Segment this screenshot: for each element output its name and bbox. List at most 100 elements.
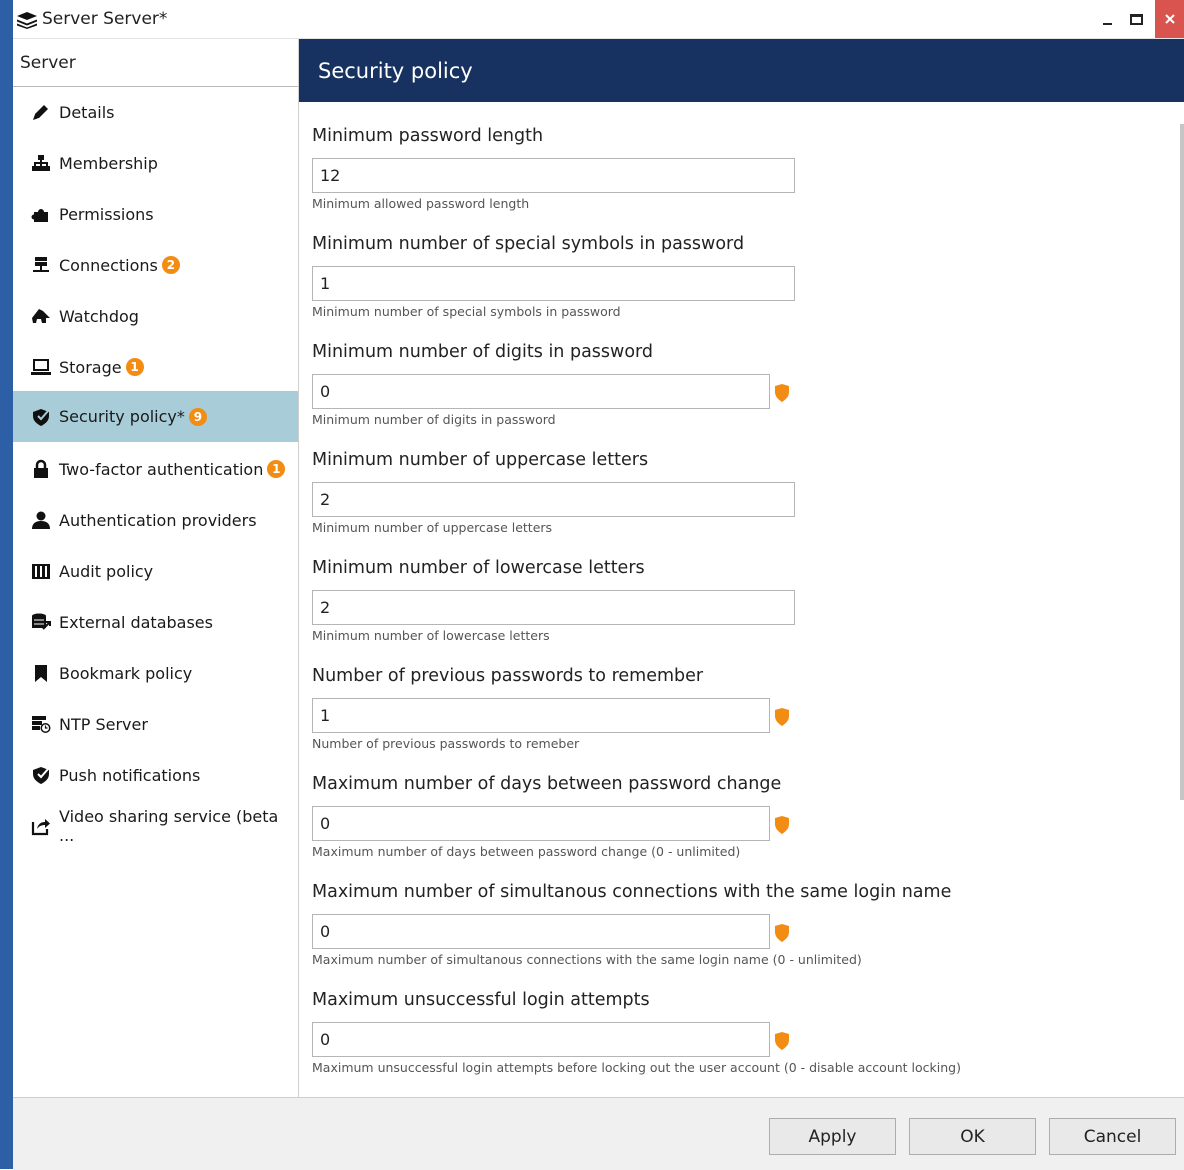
field-help: Minimum allowed password length — [312, 196, 530, 211]
sidebar-item-label: Push notifications — [59, 765, 201, 785]
field-label: Maximum number of simultanous connection… — [312, 882, 952, 902]
server-stack-icon — [17, 12, 37, 29]
field-label: Number of previous passwords to remember — [312, 666, 704, 686]
sidebar-item-label: Security policy* — [59, 407, 185, 426]
ok-button[interactable]: OK — [909, 1118, 1036, 1155]
max-connections-input[interactable]: 0 — [312, 914, 770, 949]
apply-button[interactable]: Apply — [769, 1118, 896, 1155]
background-strip — [0, 0, 13, 1169]
close-icon — [1164, 14, 1175, 24]
sidebar-item-label: Membership — [59, 153, 158, 173]
sidebar-item-label: Watchdog — [59, 306, 139, 326]
bookmark-icon — [31, 663, 51, 683]
sidebar-item-label: NTP Server — [59, 714, 148, 734]
minimize-icon — [1102, 23, 1112, 25]
field-min-uppercase: Minimum number of uppercase letters 2 Mi… — [312, 448, 1182, 535]
shield-icon — [775, 816, 789, 834]
minimize-button[interactable] — [1093, 0, 1121, 38]
sidebar-item-label: Bookmark policy — [59, 663, 193, 683]
field-min-special-symbols: Minimum number of special symbols in pas… — [312, 232, 1182, 319]
sidebar-item-details[interactable]: Details — [13, 89, 298, 135]
connections-badge: 2 — [161, 256, 180, 274]
sidebar-item-ntp-server[interactable]: NTP Server — [13, 701, 298, 747]
sidebar-item-label: Audit policy — [59, 561, 154, 581]
field-previous-passwords: Number of previous passwords to remember… — [312, 664, 1182, 751]
security-policy-form: Minimum password length 12 Minimum allow… — [299, 102, 1184, 1097]
field-label: Minimum password length — [312, 126, 544, 146]
field-label: Maximum number of days between password … — [312, 774, 782, 794]
sidebar-item-permissions[interactable]: Permissions — [13, 191, 298, 237]
field-label: Maximum unsuccessful login attempts — [312, 990, 650, 1010]
field-help: Minimum number of special symbols in pas… — [312, 304, 621, 319]
storage-badge: 1 — [125, 358, 144, 376]
min-lowercase-input[interactable]: 2 — [312, 590, 795, 625]
sidebar-item-membership[interactable]: Membership — [13, 140, 298, 186]
min-digits-input[interactable]: 0 — [312, 374, 770, 409]
scrollbar[interactable] — [1180, 124, 1184, 800]
field-min-lowercase: Minimum number of lowercase letters 2 Mi… — [312, 556, 1182, 643]
content-header: Security policy — [299, 39, 1184, 102]
dialog-footer: Apply OK Cancel — [13, 1097, 1184, 1170]
shield-icon — [775, 1032, 789, 1050]
close-button[interactable] — [1155, 0, 1184, 38]
field-label: Minimum number of uppercase letters — [312, 450, 649, 470]
share-icon — [31, 816, 51, 836]
sidebar-item-connections[interactable]: Connections 2 — [13, 242, 298, 288]
maximize-button[interactable] — [1122, 0, 1150, 38]
field-max-simultaneous-connections: Maximum number of simultanous connection… — [312, 880, 1182, 967]
sidebar-item-video-sharing[interactable]: Video sharing service (beta ... — [13, 803, 298, 849]
connections-icon — [31, 255, 51, 275]
storage-icon — [31, 357, 51, 377]
field-help: Minimum number of uppercase letters — [312, 520, 553, 535]
field-label: Minimum number of special symbols in pas… — [312, 234, 745, 254]
field-label: Minimum number of digits in password — [312, 342, 654, 362]
sidebar-item-two-factor[interactable]: Two-factor authentication 1 — [13, 446, 298, 492]
user-icon — [31, 510, 51, 530]
shield-icon — [775, 924, 789, 942]
field-max-login-attempts: Maximum unsuccessful login attempts 0 Ma… — [312, 988, 1182, 1075]
sidebar-item-watchdog[interactable]: Watchdog — [13, 293, 298, 339]
security-policy-icon — [31, 407, 51, 427]
field-max-days-password-change: Maximum number of days between password … — [312, 772, 1182, 859]
field-help: Number of previous passwords to remeber — [312, 736, 580, 751]
max-days-input[interactable]: 0 — [312, 806, 770, 841]
sidebar-item-authentication-providers[interactable]: Authentication providers — [13, 497, 298, 543]
sidebar-item-label: Details — [59, 102, 115, 122]
sidebar-item-label: Two-factor authentication — [59, 459, 264, 479]
sidebar-item-audit-policy[interactable]: Audit policy — [13, 548, 298, 594]
field-label: Minimum number of lowercase letters — [312, 558, 645, 578]
sidebar-item-bookmark-policy[interactable]: Bookmark policy — [13, 650, 298, 696]
sidebar-item-label: Connections — [59, 255, 158, 275]
sidebar-item-label: External databases — [59, 612, 213, 632]
sidebar-item-storage[interactable]: Storage 1 — [13, 344, 298, 390]
sidebar-item-label: Authentication providers — [59, 510, 257, 530]
shield-icon — [775, 708, 789, 726]
max-login-attempts-input[interactable]: 0 — [312, 1022, 770, 1057]
shield-icon — [775, 384, 789, 402]
sidebar-item-label: Storage — [59, 357, 122, 377]
cancel-button[interactable]: Cancel — [1049, 1118, 1176, 1155]
field-help: Minimum number of digits in password — [312, 412, 556, 427]
sidebar-item-push-notifications[interactable]: Push notifications — [13, 752, 298, 798]
title-bar: Server Server* — [13, 0, 1184, 39]
sidebar-item-security-policy[interactable]: Security policy* 9 — [13, 391, 298, 442]
lock-icon — [31, 459, 51, 479]
min-password-length-input[interactable]: 12 — [312, 158, 795, 193]
ntp-server-icon — [31, 714, 51, 734]
puzzle-icon — [31, 204, 51, 224]
min-special-symbols-input[interactable]: 1 — [312, 266, 795, 301]
maximize-icon — [1129, 13, 1143, 25]
sidebar-item-label: Video sharing service (beta ... — [59, 807, 279, 845]
min-uppercase-input[interactable]: 2 — [312, 482, 795, 517]
field-help: Maximum unsuccessful login attempts befo… — [312, 1060, 961, 1075]
page-title: Security policy — [318, 58, 473, 83]
previous-passwords-input[interactable]: 1 — [312, 698, 770, 733]
push-icon — [31, 765, 51, 785]
hierarchy-icon — [31, 153, 51, 173]
sidebar-header: Server — [13, 39, 298, 87]
pencil-icon — [31, 102, 51, 122]
sidebar-item-external-databases[interactable]: External databases — [13, 599, 298, 645]
server-settings-window: Server Server* Server Details Membership — [0, 0, 1184, 1170]
field-min-password-length: Minimum password length 12 Minimum allow… — [312, 124, 1182, 211]
sidebar-item-label: Permissions — [59, 204, 154, 224]
